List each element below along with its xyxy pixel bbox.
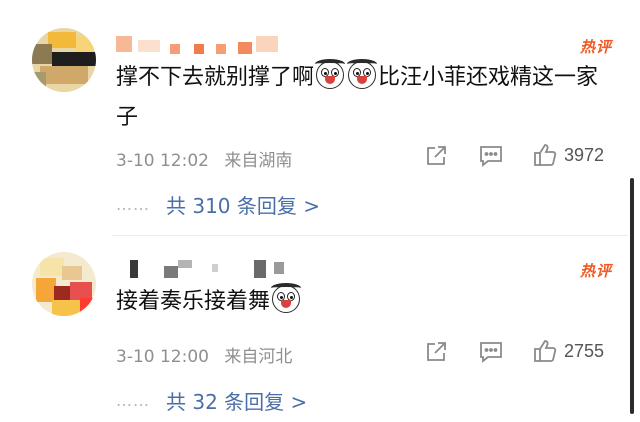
reply-dots: …… — [116, 391, 150, 410]
husky-emoji-icon — [271, 283, 302, 313]
share-icon — [427, 146, 446, 165]
username-blurred[interactable] — [116, 260, 306, 280]
hot-comment-badge: 热评 — [579, 38, 612, 56]
avatar[interactable] — [32, 252, 96, 316]
husky-emoji-icon — [347, 59, 378, 89]
reply-count-label: 共 32 条回复 > — [166, 390, 308, 414]
like-button[interactable]: 3972 — [532, 142, 604, 168]
comment-item: 热评 接着奏乐接着舞 3-10 12:00 来自河北 2755 …… 共 32 条… — [0, 236, 640, 422]
username-blurred[interactable] — [116, 36, 286, 56]
reply-count-label: 共 310 条回复 > — [166, 194, 321, 218]
comment-time: 3-10 12:00 — [116, 347, 209, 367]
scrollbar[interactable] — [630, 178, 634, 414]
share-icon — [427, 342, 446, 361]
comment-location: 来自河北 — [224, 347, 293, 367]
avatar[interactable] — [32, 28, 96, 92]
like-button[interactable]: 2755 — [532, 338, 604, 364]
thumbs-up-icon — [534, 340, 557, 362]
comment-button[interactable] — [478, 144, 504, 168]
reply-dots: …… — [116, 195, 150, 214]
like-count: 2755 — [564, 340, 605, 361]
comment-icon — [480, 342, 502, 363]
like-count: 3972 — [564, 144, 605, 165]
share-button[interactable] — [424, 340, 448, 364]
thumbs-up-icon — [534, 144, 557, 166]
comment-text-part: 撑不下去就别撑了啊 — [116, 65, 315, 90]
comment-item: 热评 撑不下去就别撑了啊 比汪小菲还戏精这一家子 3-10 12:02 来自湖南 … — [0, 0, 640, 236]
comment-icon — [480, 146, 502, 167]
comment-meta: 3-10 12:00 来自河北 — [116, 342, 292, 367]
comment-button[interactable] — [478, 340, 504, 364]
view-replies-link[interactable]: …… 共 310 条回复 > — [116, 190, 320, 219]
comment-text: 撑不下去就别撑了啊 比汪小菲还戏精这一家子 — [116, 58, 616, 138]
hot-comment-badge: 热评 — [579, 262, 612, 280]
share-button[interactable] — [424, 144, 448, 168]
comment-meta: 3-10 12:02 来自湖南 — [116, 146, 292, 171]
view-replies-link[interactable]: …… 共 32 条回复 > — [116, 386, 307, 415]
husky-emoji-icon — [315, 59, 346, 89]
comment-text-part: 接着奏乐接着舞 — [116, 289, 271, 314]
comment-text: 接着奏乐接着舞 — [116, 282, 616, 322]
comment-location: 来自湖南 — [224, 151, 293, 171]
comment-time: 3-10 12:02 — [116, 151, 209, 171]
